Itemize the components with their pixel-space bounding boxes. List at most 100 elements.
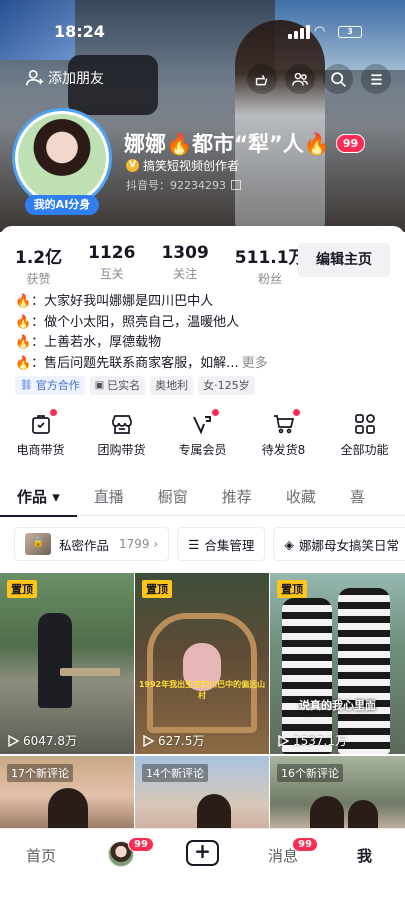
tab-works[interactable]: 作品 ▾ — [0, 484, 77, 517]
layers-icon: ◈ — [284, 536, 295, 552]
create-post-button[interactable]: + — [186, 840, 219, 866]
video-caption: 说真的我心里面 — [299, 699, 376, 712]
stat-label: 关注 — [173, 267, 198, 281]
douyin-id[interactable]: 抖音号：92234293 — [126, 177, 241, 193]
add-user-icon — [26, 69, 44, 86]
stat-value: 511.1万 — [234, 248, 306, 268]
tab-likes[interactable]: 喜 — [333, 484, 382, 516]
stat-following[interactable]: 1309 关注 — [161, 243, 208, 287]
collection-manage-button[interactable]: ☰ 合集管理 — [177, 527, 266, 561]
pinned-badge: 置顶 — [7, 580, 37, 598]
thumbnail-figure — [282, 598, 332, 754]
profile-tags: ⛓ 官方合作 ▣ 已实名 奥地利 女·125岁 — [15, 376, 255, 395]
tab-recommend[interactable]: 推荐 — [205, 484, 269, 516]
plus-icon: + — [194, 839, 211, 863]
feature-shortcuts: 电商带货 团购带货 专属会员 待发货8 全部功能 — [0, 409, 405, 458]
tab-favorites[interactable]: 收藏 — [269, 484, 333, 516]
bio-line-last: 🔥：售后问题先联系商家客服，如解... 更多 — [15, 354, 395, 375]
list-icon: ☰ — [188, 536, 200, 552]
video-thumbnail[interactable]: 置顶 说真的我心里面 1537.1万 — [270, 573, 405, 754]
edit-profile-button[interactable]: 编辑主页 — [298, 243, 390, 277]
thumbnail-figure — [38, 613, 72, 708]
stat-value: 1309 — [161, 243, 209, 263]
verified-icon: V — [126, 159, 139, 172]
creator-label[interactable]: V 搞笑短视频创作者 — [126, 157, 239, 174]
vip-icon — [192, 416, 211, 435]
video-thumbnail[interactable]: 14个新评论 — [135, 756, 269, 836]
creator-label-text: 搞笑短视频创作者 — [143, 159, 240, 173]
video-thumbnail[interactable]: 置顶 6047.8万 — [0, 573, 134, 754]
battery-icon: 3 — [338, 26, 362, 38]
tag-verified[interactable]: ▣ 已实名 — [89, 376, 146, 395]
stat-likes[interactable]: 1.2亿 获赞 — [15, 243, 62, 287]
group-buy-icon — [111, 415, 132, 434]
tag-text: 已实名 — [107, 379, 141, 392]
video-thumbnail[interactable]: 置顶 1992年我出生在四川巴中的偏远山村 627.5万 — [135, 573, 269, 754]
video-thumbnail[interactable]: 17个新评论 — [0, 756, 134, 836]
douyin-id-text: 抖音号：92234293 — [126, 179, 226, 192]
play-count-text: 6047.8万 — [23, 734, 77, 748]
notification-dot — [49, 409, 57, 416]
series-label: 娜娜母女搞笑日常 — [299, 537, 400, 553]
bio-more-link[interactable]: 更多 — [242, 356, 268, 371]
collection-manage-label: 合集管理 — [204, 537, 255, 553]
nav-me[interactable]: 我 — [357, 845, 372, 866]
friends-button[interactable] — [285, 64, 315, 94]
tag-text: 女·125岁 — [203, 379, 250, 392]
play-count: 627.5万 — [142, 732, 204, 749]
menu-icon — [370, 73, 382, 85]
bio[interactable]: 🔥：大家好我叫娜娜是四川巴中人 🔥：做个小太阳，照亮自己，温暖他人 🔥：上善若水… — [15, 292, 395, 374]
status-bar: 18:24 ◠ 3 — [0, 18, 405, 44]
profile-stats: 1.2亿 获赞 1126 互关 1309 关注 511.1万 粉丝 — [15, 243, 332, 287]
cart-icon — [273, 415, 294, 434]
shortcut-label: 全部功能 — [340, 443, 389, 457]
status-time: 18:24 — [54, 22, 105, 41]
pinned-badge: 置顶 — [142, 580, 172, 598]
shortcut-group-buy[interactable]: 团购带货 — [81, 412, 162, 458]
video-thumbnail[interactable]: 16个新评论 — [270, 756, 405, 836]
tag-gender-age[interactable]: 女·125岁 — [198, 376, 255, 395]
tab-showcase[interactable]: 橱窗 — [141, 484, 205, 516]
new-comments-badge: 16个新评论 — [277, 764, 343, 782]
nav-messages-badge: 99 — [292, 837, 318, 852]
qr-code-icon — [231, 180, 241, 190]
ai-clone-badge[interactable]: 我的AI分身 — [25, 195, 99, 215]
play-count-text: 1537.1万 — [293, 734, 347, 748]
stat-label: 获赞 — [26, 272, 51, 286]
id-card-icon: ▣ — [94, 380, 105, 391]
tab-live[interactable]: 直播 — [77, 484, 141, 516]
pinned-badge: 置顶 — [277, 580, 307, 598]
profile-avatar[interactable] — [12, 108, 112, 208]
nickname-badge[interactable]: 99 — [335, 133, 366, 153]
cellular-signal-icon — [288, 25, 310, 39]
series-button[interactable]: ◈ 娜娜母女搞笑日常 — [273, 527, 405, 561]
stat-followers[interactable]: 511.1万 粉丝 — [235, 243, 306, 287]
tag-official-cooperation[interactable]: ⛓ 官方合作 — [15, 376, 85, 395]
top-action-bar — [247, 64, 391, 94]
grid-icon — [354, 414, 375, 434]
tag-location[interactable]: 奥地利 — [150, 376, 194, 395]
video-caption: 1992年我出生在四川巴中的偏远山村 — [138, 680, 266, 700]
play-count: 6047.8万 — [7, 732, 77, 749]
add-friend-button[interactable]: 添加朋友 — [26, 68, 104, 88]
tag-text: 奥地利 — [155, 379, 189, 392]
stat-mutual[interactable]: 1126 互关 — [88, 243, 135, 287]
thumbnail-figure — [60, 668, 120, 676]
shortcut-pending-shipment[interactable]: 待发货8 — [243, 409, 324, 458]
shortcut-membership[interactable]: 专属会员 — [162, 409, 243, 458]
new-comments-badge: 17个新评论 — [7, 764, 73, 782]
visitor-button[interactable] — [247, 64, 277, 94]
stat-label: 粉丝 — [258, 272, 283, 286]
shopping-bag-icon — [31, 415, 50, 434]
wifi-icon: ◠ — [314, 24, 326, 39]
link-icon: ⛓ — [20, 380, 33, 391]
search-button[interactable] — [323, 64, 353, 94]
menu-button[interactable] — [361, 64, 391, 94]
shortcut-all-features[interactable]: 全部功能 — [324, 412, 405, 458]
private-works-button[interactable]: 私密作品 1799 › — [14, 527, 170, 561]
nav-home[interactable]: 首页 — [26, 845, 56, 866]
private-works-label: 私密作品 — [59, 537, 110, 553]
shortcut-ecommerce[interactable]: 电商带货 — [0, 409, 81, 458]
nav-avatar-badge: 99 — [128, 837, 154, 852]
notification-dot — [292, 409, 300, 416]
